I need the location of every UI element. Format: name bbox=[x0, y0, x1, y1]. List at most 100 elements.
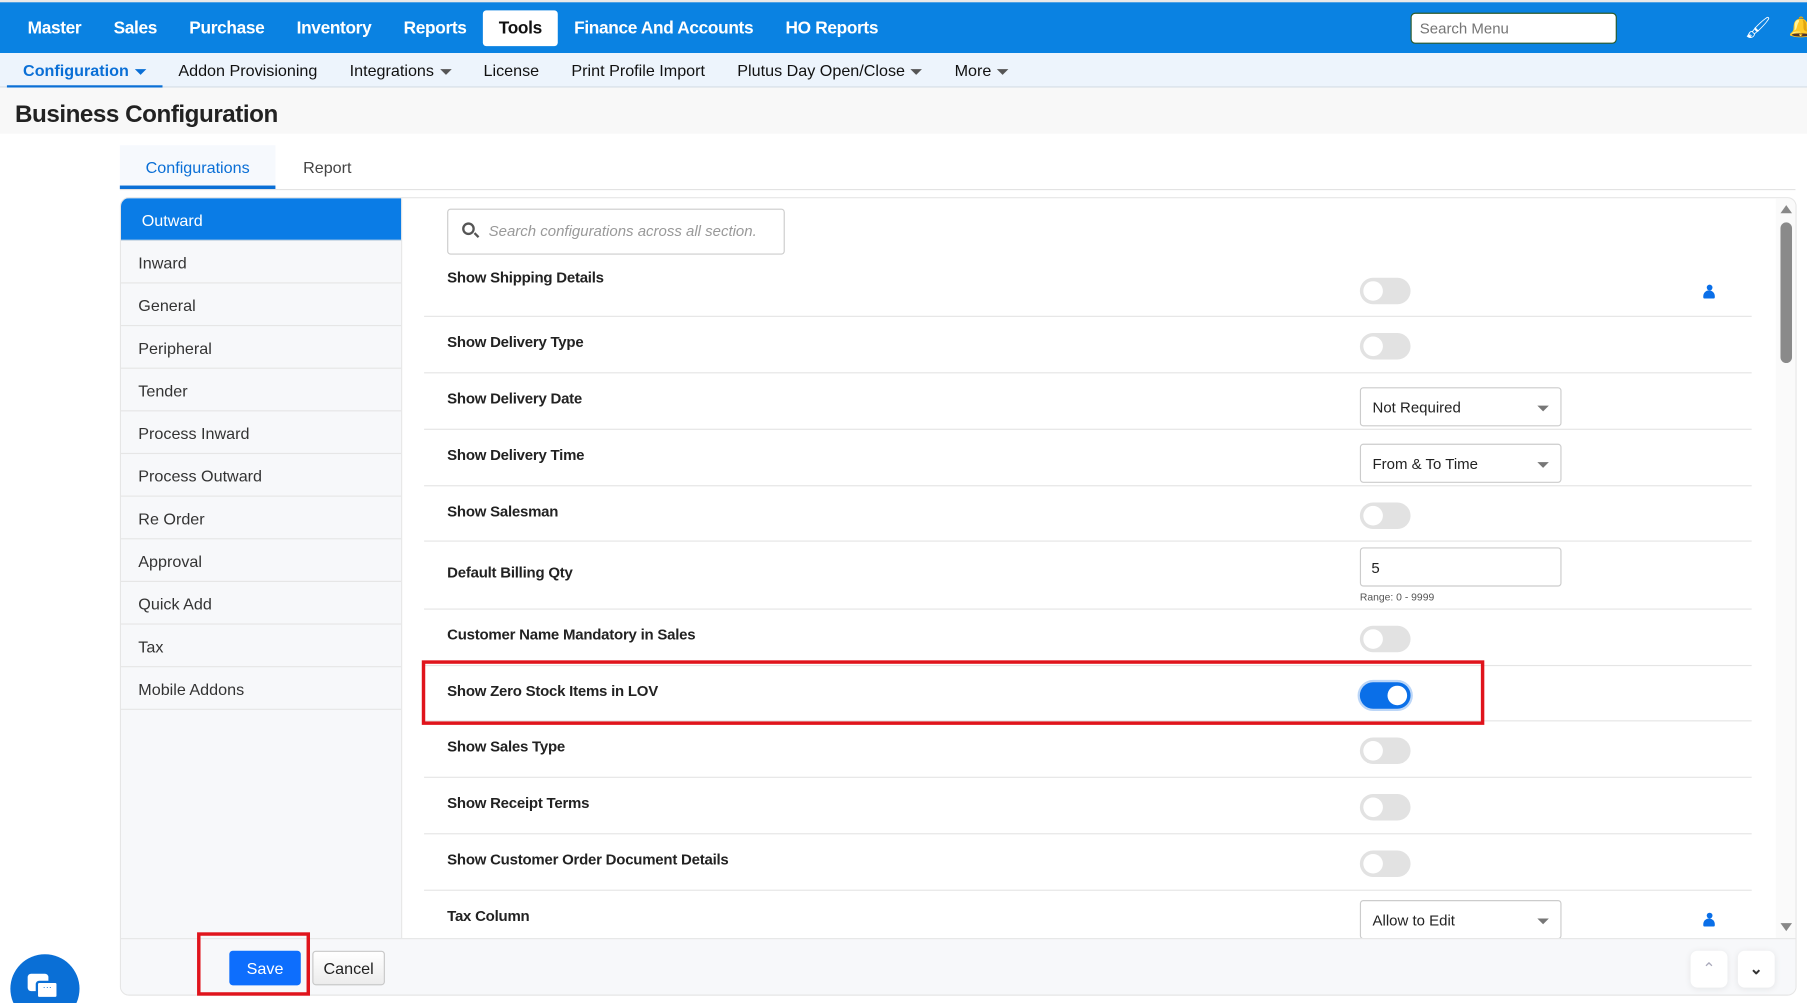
config-row: Show Delivery Date Not Required bbox=[424, 373, 1752, 430]
subnav-print-profile-import[interactable]: Print Profile Import bbox=[555, 53, 721, 88]
config-row: Show Receipt Terms bbox=[424, 778, 1752, 835]
nav-tools[interactable]: Tools bbox=[482, 10, 559, 47]
subnav-license[interactable]: License bbox=[467, 53, 555, 88]
toggle-switch[interactable] bbox=[1359, 794, 1411, 821]
subnav-integrations[interactable]: Integrations bbox=[334, 53, 468, 88]
config-row: Show Delivery Type bbox=[424, 317, 1752, 374]
page-title: Business Configuration bbox=[14, 101, 278, 128]
toggle-switch[interactable] bbox=[1359, 737, 1411, 765]
paint-brush-icon[interactable]: 🖌 bbox=[1745, 16, 1771, 40]
subnav-configuration[interactable]: Configuration bbox=[6, 53, 163, 88]
config-label: Show Delivery Time bbox=[447, 445, 585, 464]
user-icon[interactable] bbox=[1703, 284, 1715, 299]
nav-reports[interactable]: Reports bbox=[387, 10, 482, 46]
search-menu-input[interactable] bbox=[1410, 12, 1617, 44]
toggle-switch[interactable] bbox=[1359, 625, 1411, 653]
subnav-addon-provisioning[interactable]: Addon Provisioning bbox=[162, 53, 333, 88]
range-hint: Range: 0 - 9999 bbox=[1359, 591, 1435, 603]
select-dropdown[interactable]: Not Required bbox=[1359, 387, 1562, 427]
config-search-input[interactable]: Search configurations across all section… bbox=[447, 208, 785, 255]
config-row: Default Billing Qty Range: 0 - 9999 5 bbox=[424, 542, 1752, 610]
nav-inventory[interactable]: Inventory bbox=[281, 10, 388, 46]
nav-purchase[interactable]: Purchase bbox=[173, 10, 280, 46]
subnav-label: Print Profile Import bbox=[571, 61, 706, 80]
nav-ho-reports[interactable]: HO Reports bbox=[769, 10, 894, 46]
sidebar-item-process-outward[interactable]: Process Outward bbox=[121, 454, 402, 497]
toggle-switch[interactable] bbox=[1359, 502, 1411, 529]
subnav-label: Integrations bbox=[349, 61, 434, 80]
toggle-switch[interactable] bbox=[1359, 850, 1411, 877]
config-row: Show Shipping Details bbox=[424, 255, 1752, 317]
config-label: Show Delivery Type bbox=[447, 333, 584, 351]
tab-configurations[interactable]: Configurations bbox=[119, 145, 276, 189]
scroll-top-button[interactable]: ⌃ bbox=[1690, 950, 1728, 988]
config-label: Show Customer Order Document Details bbox=[447, 850, 729, 868]
subnav-plutus-day-open-close[interactable]: Plutus Day Open/Close bbox=[721, 53, 938, 88]
user-icon[interactable] bbox=[1703, 912, 1715, 927]
config-row: Show Sales Type bbox=[424, 721, 1752, 778]
config-row: Show Customer Order Document Details bbox=[424, 834, 1752, 891]
chat-button[interactable]: ··· bbox=[10, 954, 80, 1003]
config-label: Show Shipping Details bbox=[447, 268, 604, 286]
nav-sales[interactable]: Sales bbox=[97, 10, 173, 46]
search-icon bbox=[462, 222, 475, 236]
config-list: Search configurations across all section… bbox=[424, 198, 1752, 960]
top-nav-bar: Master Sales Purchase Inventory Reports Tools… bbox=[0, 0, 1807, 54]
subnav-label: More bbox=[954, 61, 992, 80]
config-label: Tax Column bbox=[447, 906, 530, 925]
section-sidebar: Outward Inward General Peripheral Tender Proc… bbox=[121, 198, 403, 939]
select-dropdown[interactable]: From & To Time bbox=[1359, 443, 1562, 483]
sidebar-item-peripheral[interactable]: Peripheral bbox=[121, 326, 402, 369]
config-label: Show Receipt Terms bbox=[447, 794, 590, 812]
sidebar-item-tender[interactable]: Tender bbox=[121, 369, 402, 412]
scroll-up-arrow-icon[interactable] bbox=[1780, 205, 1793, 214]
config-label: Default Billing Qty bbox=[447, 563, 573, 581]
config-label: Show Salesman bbox=[447, 502, 559, 520]
scrollbar[interactable] bbox=[1775, 198, 1796, 939]
footer: Save Cancel ⌃ ⌄ bbox=[121, 938, 1796, 995]
toggle-switch[interactable] bbox=[1359, 333, 1411, 360]
subnav-label: Configuration bbox=[23, 61, 129, 80]
config-label: Show Delivery Date bbox=[447, 389, 583, 407]
sidebar-item-tax[interactable]: Tax bbox=[121, 625, 402, 668]
chevron-up-icon: ⌃ bbox=[1702, 958, 1716, 978]
scroll-thumb[interactable] bbox=[1780, 222, 1793, 364]
config-label: Show Sales Type bbox=[447, 737, 565, 755]
config-row: Show Salesman bbox=[424, 486, 1752, 542]
subnav-label: Addon Provisioning bbox=[178, 61, 318, 80]
config-row: Customer Name Mandatory in Sales bbox=[424, 610, 1752, 667]
toggle-switch[interactable] bbox=[1359, 277, 1411, 305]
scroll-bottom-button[interactable]: ⌄ bbox=[1737, 950, 1775, 988]
sidebar-item-general[interactable]: General bbox=[121, 283, 402, 327]
chevron-down-icon: ⌄ bbox=[1749, 958, 1764, 978]
highlight-box-save bbox=[197, 932, 311, 996]
sidebar-item-quick-add[interactable]: Quick Add bbox=[121, 582, 402, 625]
sidebar-item-outward[interactable]: Outward bbox=[121, 198, 402, 241]
tab-report[interactable]: Report bbox=[281, 145, 373, 189]
caret-down-icon bbox=[439, 68, 452, 75]
config-card: Outward Inward General Peripheral Tender Proc… bbox=[119, 197, 1797, 996]
config-row: Show Delivery Time From & To Time bbox=[424, 430, 1752, 487]
subnav-more[interactable]: More bbox=[938, 53, 1024, 88]
nav-master[interactable]: Master bbox=[12, 10, 98, 46]
sidebar-item-inward[interactable]: Inward bbox=[121, 241, 402, 284]
sidebar-item-process-inward[interactable]: Process Inward bbox=[121, 411, 402, 455]
search-placeholder: Search configurations across all section… bbox=[488, 222, 757, 240]
subnav-label: License bbox=[483, 61, 540, 80]
sub-nav-bar: Configuration Addon Provisioning Integrati… bbox=[0, 53, 1807, 88]
number-input[interactable]: 5 bbox=[1359, 547, 1562, 587]
highlight-box-zero-stock bbox=[421, 660, 1485, 725]
sidebar-item-re-order[interactable]: Re Order bbox=[121, 497, 402, 540]
subnav-label: Plutus Day Open/Close bbox=[737, 61, 906, 80]
bell-icon[interactable]: 🔔 bbox=[1789, 16, 1807, 39]
sidebar-item-mobile-addons[interactable]: Mobile Addons bbox=[121, 667, 402, 710]
caret-down-icon bbox=[134, 68, 147, 75]
nav-finance-and-accounts[interactable]: Finance And Accounts bbox=[558, 10, 769, 46]
scroll-down-arrow-icon[interactable] bbox=[1780, 923, 1793, 932]
sidebar-item-approval[interactable]: Approval bbox=[121, 539, 402, 582]
cancel-button[interactable]: Cancel bbox=[312, 950, 385, 986]
select-dropdown[interactable]: Allow to Edit bbox=[1359, 900, 1562, 940]
title-bar: Business Configuration bbox=[0, 87, 1807, 134]
config-label: Customer Name Mandatory in Sales bbox=[447, 625, 696, 644]
caret-down-icon bbox=[997, 68, 1009, 75]
